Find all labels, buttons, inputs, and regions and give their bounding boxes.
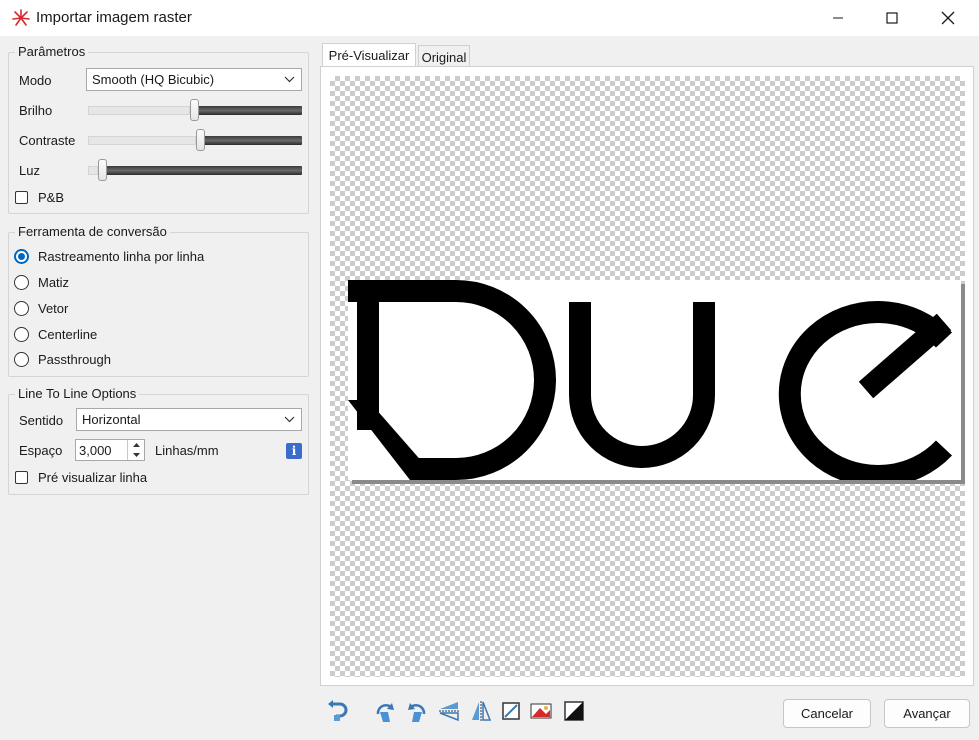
option-passthrough-label: Passthrough [38,352,111,367]
light-label: Luz [19,163,40,178]
flip-horizontal-icon[interactable] [470,700,492,722]
minimize-icon [833,17,843,19]
bw-label: P&B [38,190,65,205]
undo-icon[interactable] [326,700,348,722]
spacing-stepper[interactable]: 3,000 [75,439,145,461]
brightness-label: Brilho [19,103,53,118]
cancel-button[interactable]: Cancelar [783,699,871,728]
radio-vector[interactable] [14,301,29,316]
close-icon [941,11,955,25]
close-button[interactable] [922,0,974,36]
window-title: Importar imagem raster [36,9,192,26]
brightness-slider[interactable] [86,98,302,122]
preview-line-label: Pré visualizar linha [38,470,148,485]
maximize-icon [886,12,898,24]
minimize-button[interactable] [812,0,864,36]
conversion-group-label: Ferramenta de conversão [15,224,170,239]
light-slider[interactable] [86,158,302,182]
spacing-label: Espaço [19,443,63,458]
title-bar: Importar imagem raster [0,0,979,36]
tab-original-label: Original [421,50,467,65]
chevron-down-icon [284,76,295,83]
invert-icon[interactable] [563,700,585,722]
direction-select-value: Horizontal [82,412,141,427]
option-vector-label: Vetor [38,301,69,316]
caret-up-icon [132,443,140,447]
slider-track-filled [194,106,302,115]
bw-checkbox[interactable] [15,191,28,204]
rotate-left-icon[interactable] [374,700,396,722]
tab-original[interactable]: Original [418,45,470,67]
tab-preview-label: Pré-Visualizar [328,48,410,63]
transparency-grid [330,76,965,677]
mode-label: Modo [19,73,52,88]
contrast-slider[interactable] [86,128,302,152]
caret-down-icon [132,453,140,457]
radio-passthrough[interactable] [14,352,29,367]
maximize-button[interactable] [866,0,918,36]
slider-thumb[interactable] [98,159,107,181]
radio-centerline[interactable] [14,327,29,342]
spacing-value: 3,000 [79,443,112,458]
preview-line-checkbox[interactable] [15,471,28,484]
radio-line-by-line[interactable] [14,249,29,264]
slider-track-empty [88,106,190,115]
crop-icon[interactable] [500,700,522,722]
mode-select-value: Smooth (HQ Bicubic) [92,72,215,87]
flip-vertical-icon[interactable] [438,700,460,722]
slider-track-filled [200,136,302,145]
rotate-right-icon[interactable] [406,700,428,722]
preview-panel [320,66,974,686]
option-hue-label: Matiz [38,275,70,290]
line-options-group-label: Line To Line Options [15,386,140,401]
parameters-group-label: Parâmetros [15,44,89,59]
due-logo-image [348,280,953,487]
mode-select[interactable]: Smooth (HQ Bicubic) [86,68,302,91]
color-adjust-icon[interactable] [530,700,552,722]
slider-thumb[interactable] [196,129,205,151]
chevron-down-icon [284,416,295,423]
direction-select[interactable]: Horizontal [76,408,302,431]
spin-up-button[interactable] [128,440,144,450]
slider-track-empty [88,166,98,175]
contrast-label: Contraste [19,133,76,148]
direction-label: Sentido [19,413,64,428]
slider-track-filled [102,166,302,175]
info-icon[interactable]: i [286,443,302,459]
option-line-by-line-label: Rastreamento linha por linha [38,249,205,264]
slider-track-empty [88,136,196,145]
tab-preview[interactable]: Pré-Visualizar [322,43,416,67]
option-centerline-label: Centerline [38,327,98,342]
slider-thumb[interactable] [190,99,199,121]
next-button[interactable]: Avançar [884,699,970,728]
radio-hue[interactable] [14,275,29,290]
laser-logo-icon [12,9,30,26]
spin-down-button[interactable] [128,450,144,460]
spacing-unit: Linhas/mm [155,443,219,458]
raster-image [348,280,961,487]
